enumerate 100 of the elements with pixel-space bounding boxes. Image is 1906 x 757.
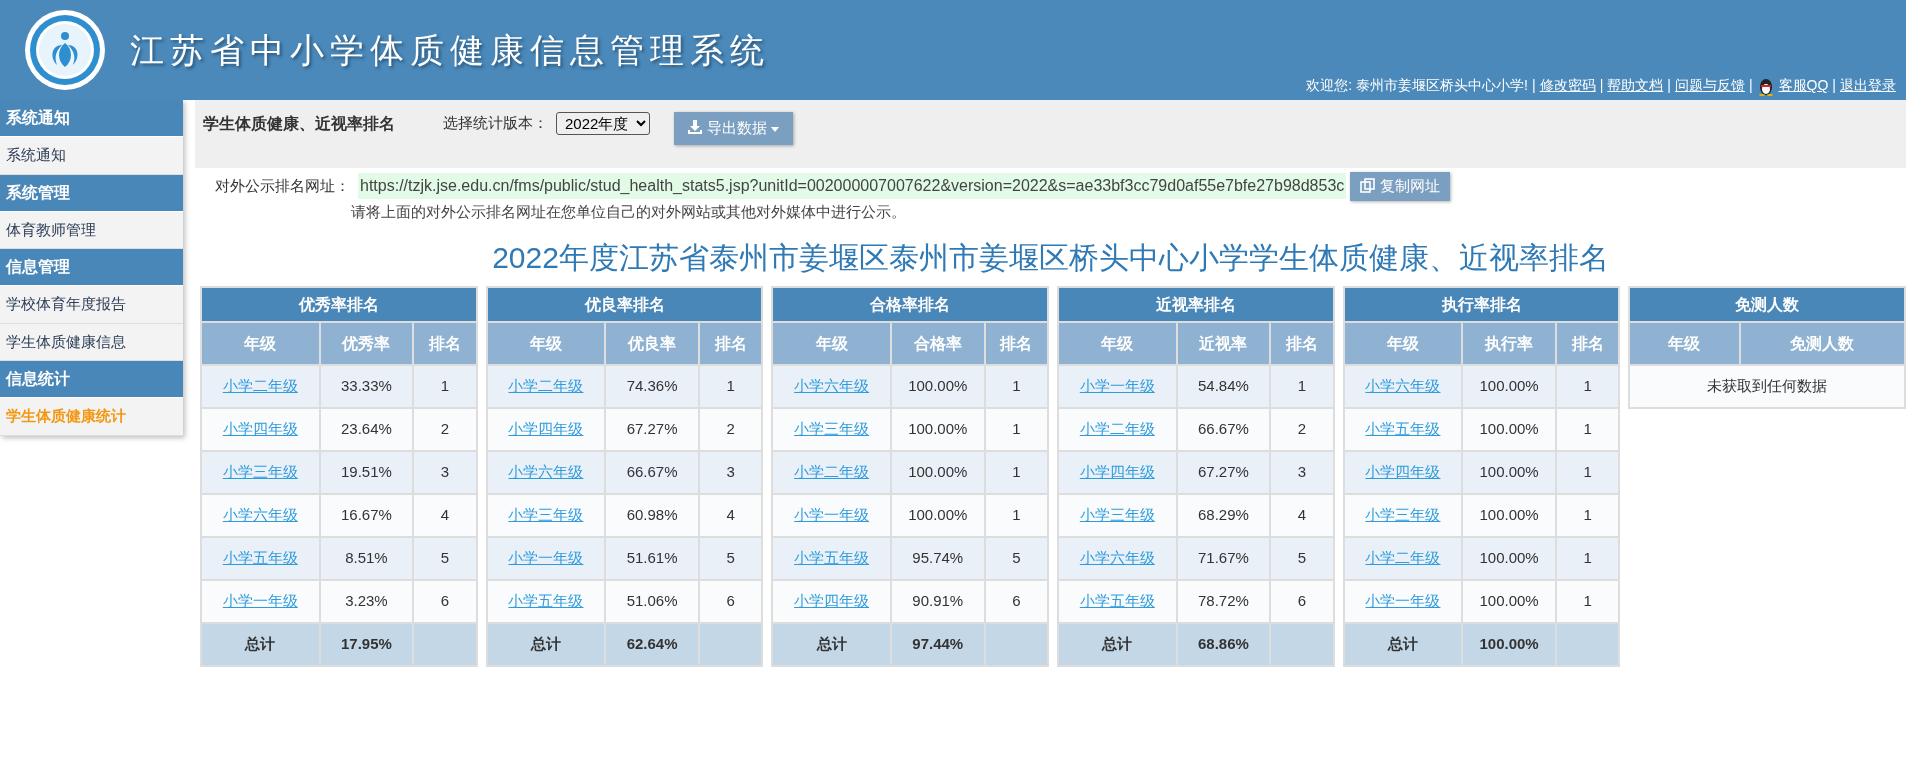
header-link[interactable]: 退出登录 bbox=[1840, 75, 1896, 96]
table-cell: 1 bbox=[1270, 365, 1334, 408]
table-cell: 68.29% bbox=[1176, 494, 1271, 537]
table-cell: 90.91% bbox=[890, 580, 985, 623]
column-header: 年级 bbox=[1058, 322, 1177, 365]
table-cell: 1 bbox=[698, 365, 763, 408]
table-cell: 100.00% bbox=[1462, 365, 1556, 408]
table-cell: 51.61% bbox=[605, 537, 699, 580]
table-cell: 100.00% bbox=[890, 494, 985, 537]
total-cell: 100.00% bbox=[1462, 623, 1556, 666]
table-cell: 100.00% bbox=[890, 451, 985, 494]
table-cell: 100.00% bbox=[1462, 537, 1556, 580]
table-cell: 67.27% bbox=[1176, 451, 1271, 494]
column-header: 年级 bbox=[201, 322, 320, 365]
table-cell: 1 bbox=[413, 365, 477, 408]
table-cell: 33.33% bbox=[319, 365, 414, 408]
table-cell: 67.27% bbox=[605, 408, 699, 451]
total-cell: 总计 bbox=[1343, 623, 1463, 666]
separator-text: | bbox=[1667, 76, 1671, 95]
table-cell: 100.00% bbox=[1462, 408, 1556, 451]
table-cell: 66.67% bbox=[605, 451, 699, 494]
version-label: 选择统计版本： bbox=[443, 113, 548, 133]
column-header: 排名 bbox=[1555, 322, 1620, 365]
sidebar-group-header: 系统管理 bbox=[0, 174, 183, 212]
table-cell: 19.51% bbox=[319, 451, 414, 494]
column-header: 年级 bbox=[486, 322, 606, 365]
total-cell: 总计 bbox=[772, 623, 891, 666]
total-cell: 68.86% bbox=[1176, 623, 1271, 666]
table-cell: 51.06% bbox=[605, 580, 699, 623]
table-cell: 54.84% bbox=[1176, 365, 1271, 408]
table-cell: 100.00% bbox=[890, 408, 985, 451]
total-cell: 62.64% bbox=[605, 623, 699, 666]
download-icon bbox=[688, 120, 702, 134]
column-header: 执行率 bbox=[1462, 322, 1556, 365]
header-link[interactable]: 问题与反馈 bbox=[1674, 75, 1745, 96]
column-header: 排名 bbox=[698, 322, 763, 365]
qq-link[interactable]: 客服QQ bbox=[1778, 75, 1829, 96]
column-header: 排名 bbox=[413, 322, 477, 365]
table-cell: 23.64% bbox=[319, 408, 414, 451]
table-cell: 2 bbox=[698, 408, 763, 451]
column-header: 近视率 bbox=[1176, 322, 1271, 365]
copy-url-button[interactable]: 复制网址 bbox=[1350, 172, 1451, 201]
table-cell: 1 bbox=[1555, 451, 1620, 494]
table-cell: 1 bbox=[984, 408, 1048, 451]
header-link[interactable]: 修改密码 bbox=[1539, 75, 1596, 96]
table-cell: 2 bbox=[1270, 408, 1334, 451]
table-title: 执行率排名 bbox=[1343, 287, 1620, 322]
table-cell: 95.74% bbox=[890, 537, 985, 580]
column-header: 合格率 bbox=[890, 322, 985, 365]
table-cell: 78.72% bbox=[1176, 580, 1271, 623]
total-cell: 总计 bbox=[201, 623, 320, 666]
column-header: 排名 bbox=[984, 322, 1048, 365]
table-cell: 6 bbox=[413, 580, 477, 623]
welcome-text: 欢迎您: 泰州市姜堰区桥头中心小学! bbox=[1306, 76, 1528, 95]
table-cell: 4 bbox=[413, 494, 477, 537]
sidebar-item[interactable]: 体育教师管理 bbox=[0, 211, 183, 249]
table-cell: 1 bbox=[984, 451, 1048, 494]
sidebar-item[interactable]: 学生体质健康统计 bbox=[0, 398, 183, 436]
logo-icon bbox=[24, 9, 106, 91]
sidebar-group-header: 信息统计 bbox=[0, 361, 183, 398]
caret-icon bbox=[771, 126, 779, 132]
table-cell: 4 bbox=[698, 494, 763, 537]
sidebar-item[interactable]: 学生体质健康信息 bbox=[0, 323, 183, 361]
table-cell: 1 bbox=[1555, 580, 1620, 623]
table-cell: 5 bbox=[413, 537, 477, 580]
sidebar-item[interactable]: 学校体育年度报告 bbox=[0, 286, 183, 324]
version-select[interactable]: 2022年度 bbox=[556, 112, 650, 135]
table-cell: 3 bbox=[698, 451, 763, 494]
column-header: 年级 bbox=[772, 322, 891, 365]
table-cell: 1 bbox=[1555, 537, 1620, 580]
table-cell: 6 bbox=[1270, 580, 1334, 623]
total-cell: 97.44% bbox=[890, 623, 985, 666]
table-cell: 16.67% bbox=[319, 494, 414, 537]
table-cell: 66.67% bbox=[1176, 408, 1271, 451]
separator-text: | bbox=[1748, 76, 1753, 95]
table-cell: 5 bbox=[1270, 537, 1334, 580]
export-button[interactable]: 导出数据 bbox=[674, 112, 793, 145]
column-header: 年级 bbox=[1343, 322, 1463, 365]
separator-text: | bbox=[1532, 76, 1536, 95]
total-cell: 总计 bbox=[1058, 623, 1177, 666]
column-header: 年级 bbox=[1629, 322, 1740, 365]
header-link[interactable]: 帮助文档 bbox=[1607, 75, 1664, 96]
copy-icon bbox=[1360, 178, 1376, 193]
table-cell: 100.00% bbox=[1462, 451, 1556, 494]
column-header: 排名 bbox=[1270, 322, 1334, 365]
table-title: 优良率排名 bbox=[486, 287, 763, 322]
table-cell: 100.00% bbox=[1462, 580, 1556, 623]
table-cell: 1 bbox=[984, 494, 1048, 537]
table-cell: 2 bbox=[413, 408, 477, 451]
sidebar-group-header: 系统通知 bbox=[0, 100, 183, 137]
column-header: 优秀率 bbox=[319, 322, 414, 365]
system-title: 江苏省中小学体质健康信息管理系统 bbox=[130, 29, 770, 71]
empty-message: 未获取到任何数据 bbox=[1629, 365, 1906, 408]
table-cell: 1 bbox=[1555, 494, 1620, 537]
table-cell: 74.36% bbox=[605, 365, 699, 408]
sidebar-item[interactable]: 系统通知 bbox=[0, 137, 183, 175]
table-cell: 3.23% bbox=[319, 580, 414, 623]
table-cell: 71.67% bbox=[1176, 537, 1271, 580]
table-cell: 5 bbox=[698, 537, 763, 580]
table-cell: 60.98% bbox=[605, 494, 699, 537]
